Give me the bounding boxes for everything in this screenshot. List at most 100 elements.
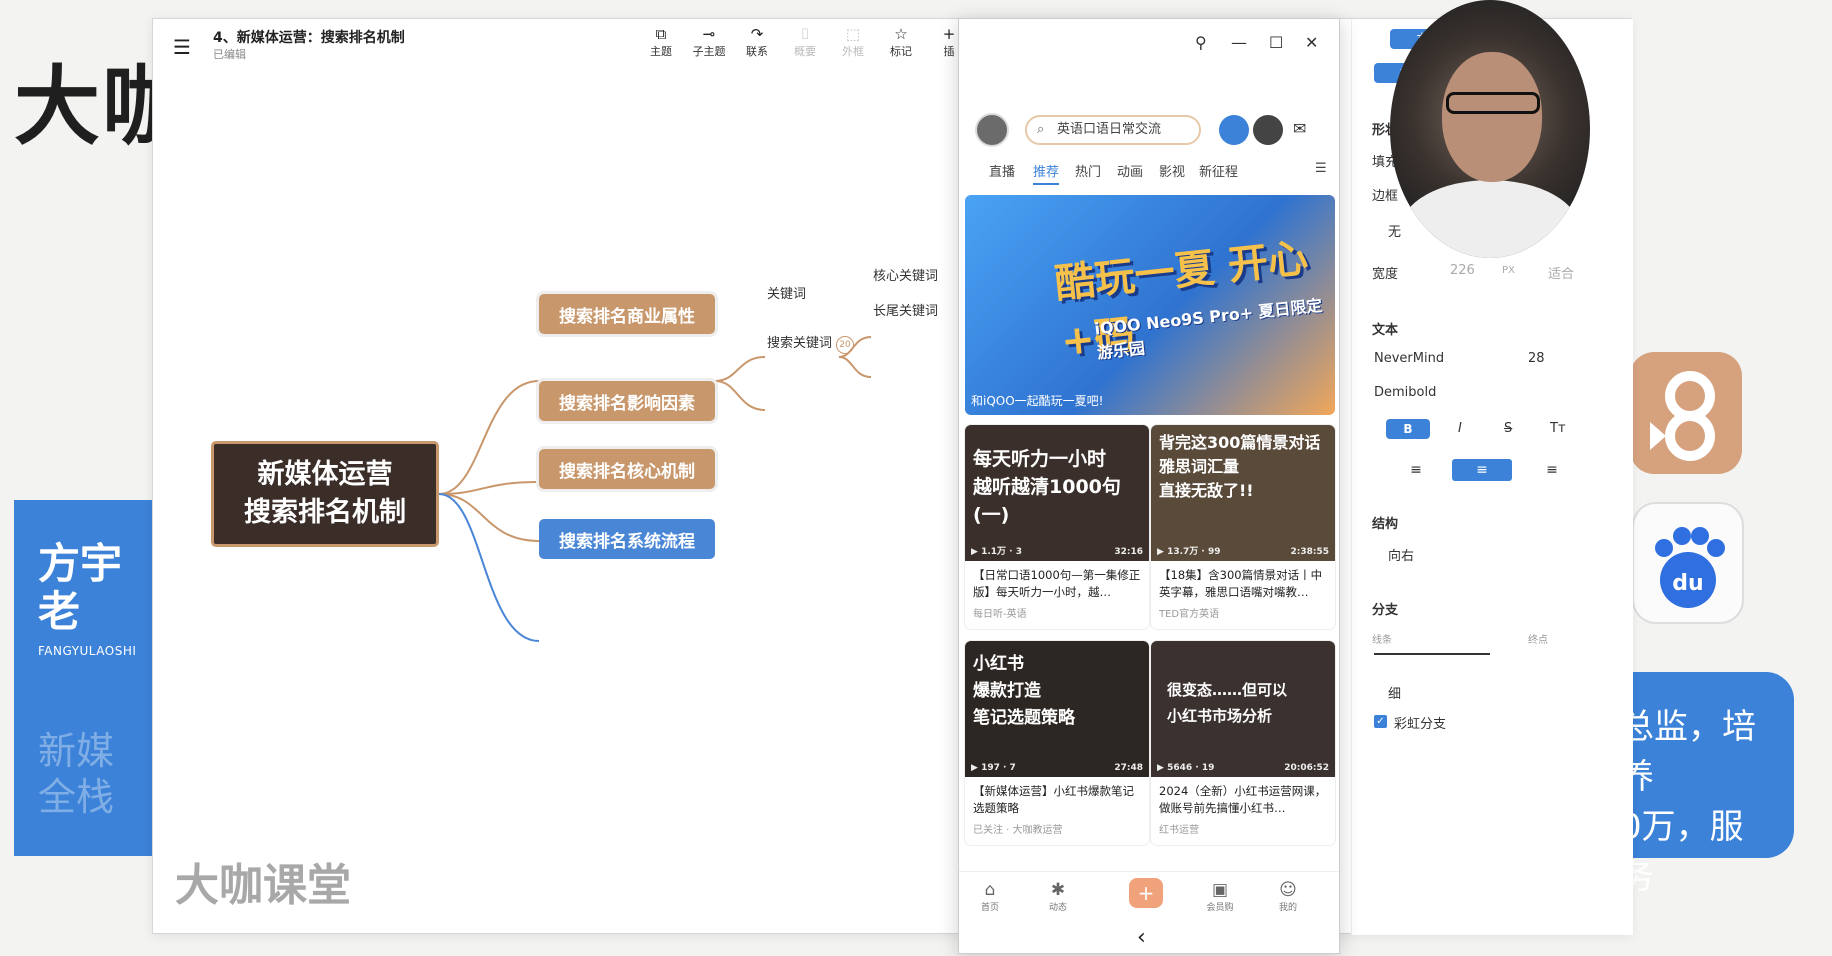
toolbar-summary-button[interactable]: ⌷ 概要 bbox=[781, 25, 829, 59]
category-tabs: 直播 推荐 热门 动画 影视 新征程 ☰ bbox=[969, 161, 1329, 189]
branch-node-system-flow[interactable]: 搜索排名系统流程 bbox=[539, 519, 715, 559]
video-thumbnail: 每天听力一小时 越听越清1000句 (一) ▶ 1.1万 · 3 32:16 bbox=[965, 425, 1149, 561]
promo-banner[interactable]: 酷玩一夏 开心+码 iQOO Neo9S Pro+ 夏日限定游乐园 和iQOO一… bbox=[965, 195, 1335, 415]
video-title: 2024（全新）小红书运营网课，做账号前先搞懂小红书… bbox=[1159, 784, 1327, 815]
search-input[interactable]: ⌕ 英语口语日常交流 bbox=[1025, 115, 1201, 145]
video-thumbnail: 背完这300篇情景对话 雅思词汇量 直接无敌了!! ▶ 13.7万 · 99 2… bbox=[1151, 425, 1335, 561]
video-card[interactable]: 每天听力一小时 越听越清1000句 (一) ▶ 1.1万 · 3 32:16 【… bbox=[965, 425, 1149, 629]
branch-node-core-mechanism[interactable]: 搜索排名核心机制 bbox=[539, 449, 715, 489]
line-thickness-select[interactable]: 细 bbox=[1388, 683, 1401, 702]
video-thumbnail: 很变态……但可以 小红书市场分析 ▶ 5646 · 19 20:06:52 bbox=[1151, 641, 1335, 777]
toolbar-relation-button[interactable]: ↷ 联系 bbox=[733, 25, 781, 59]
back-chevron-icon[interactable]: ‹ bbox=[1137, 925, 1146, 950]
video-card[interactable]: 很变态……但可以 小红书市场分析 ▶ 5646 · 19 20:06:52 20… bbox=[1151, 641, 1335, 845]
branch-node-commercial[interactable]: 搜索排名商业属性 bbox=[539, 294, 715, 334]
align-right-icon[interactable]: ≡ bbox=[1522, 459, 1582, 481]
branch-node-factors[interactable]: 搜索排名影响因素 bbox=[539, 381, 715, 421]
leaf-search-keyword-label: 搜索关键词 bbox=[767, 336, 833, 351]
root-node[interactable]: 新媒体运营 搜索排名机制 bbox=[211, 441, 439, 547]
video-uploader: 红书运营 bbox=[1159, 825, 1199, 836]
presenter-faded-text: 新媒 全栈 bbox=[38, 729, 115, 819]
bottom-navigation: ⌂ 首页 ✱ 动态 + ▣ 会员购 ☺ 我的 bbox=[959, 871, 1339, 927]
leaf-core-keyword[interactable]: 核心关键词 bbox=[873, 265, 938, 284]
video-card[interactable]: 小红书 爆款打造 笔记选题策略 ▶ 197 · 7 27:48 【新媒体运营】小… bbox=[965, 641, 1149, 845]
rainbow-branch-checkbox[interactable]: ✓ bbox=[1374, 715, 1387, 728]
structure-direction-select[interactable]: 向右 bbox=[1388, 545, 1414, 564]
toolbar-marker-button[interactable]: ☆ 标记 bbox=[877, 25, 925, 59]
section-branch[interactable]: 分支 bbox=[1372, 599, 1398, 618]
toolbar-subtopic-button[interactable]: ⊸ 子主题 bbox=[685, 25, 733, 59]
orange-app-icon bbox=[1630, 352, 1742, 474]
nav-mine[interactable]: ☺ 我的 bbox=[1263, 880, 1313, 913]
profile-icon: ☺ bbox=[1279, 880, 1297, 900]
close-icon[interactable]: ✕ bbox=[1305, 33, 1318, 52]
video-uploader: 每日听-英语 bbox=[973, 609, 1027, 620]
line-label: 线条 bbox=[1372, 635, 1392, 646]
presenter-pinyin: FANGYULAOSHI bbox=[38, 644, 137, 658]
game-center-icon[interactable] bbox=[1219, 115, 1249, 145]
font-family-select[interactable]: NeverMind bbox=[1374, 351, 1444, 366]
align-left-icon[interactable]: ≡ bbox=[1386, 459, 1446, 481]
user-avatar[interactable] bbox=[975, 113, 1009, 147]
toolbar-topic-button[interactable]: ⧉ 主题 bbox=[637, 25, 685, 59]
phone-app-window: ⚲ — ☐ ✕ ⌕ 英语口语日常交流 ✉ 直播 推荐 热门 动画 影视 新征程 … bbox=[958, 18, 1340, 954]
presenter-name: 方宇老 bbox=[38, 539, 123, 636]
message-icon[interactable]: ✉ bbox=[1293, 119, 1306, 138]
baidu-app-icon: du bbox=[1632, 502, 1744, 624]
nav-dynamic[interactable]: ✱ 动态 bbox=[1033, 880, 1083, 913]
pin-icon[interactable]: ⚲ bbox=[1195, 33, 1207, 52]
italic-button[interactable]: I bbox=[1458, 421, 1462, 436]
dynamic-icon: ✱ bbox=[1050, 880, 1066, 900]
nav-mall[interactable]: ▣ 会员购 bbox=[1195, 880, 1245, 913]
bold-button[interactable]: B bbox=[1386, 419, 1430, 439]
home-icon: ⌂ bbox=[984, 880, 996, 900]
hamburger-menu-icon[interactable]: ☰ bbox=[173, 35, 191, 59]
width-label: 宽度 bbox=[1372, 267, 1399, 282]
tab-recommend[interactable]: 推荐 bbox=[1033, 161, 1060, 185]
maximize-icon[interactable]: ☐ bbox=[1269, 33, 1283, 52]
text-case-button[interactable]: Tт bbox=[1550, 421, 1566, 436]
presenter-card: 方宇老 FANGYULAOSHI 新媒 全栈 bbox=[14, 500, 164, 856]
search-placeholder: 英语口语日常交流 bbox=[1057, 122, 1162, 137]
document-title: 4、新媒体运营：搜索排名机制 bbox=[213, 30, 405, 46]
tab-more-icon[interactable]: ☰ bbox=[1315, 161, 1327, 176]
play-icon: ▶ bbox=[971, 547, 978, 557]
section-structure[interactable]: 结构 bbox=[1372, 513, 1398, 532]
font-size-select[interactable]: 28 bbox=[1528, 351, 1545, 366]
shopping-bag-icon: ▣ bbox=[1211, 880, 1229, 900]
relation-icon: ↷ bbox=[750, 25, 764, 43]
nav-home[interactable]: ⌂ 首页 bbox=[965, 880, 1015, 913]
toolbar-boundary-button[interactable]: ⬚ 外框 bbox=[829, 25, 877, 59]
video-uploader: TED官方英语 bbox=[1159, 609, 1220, 620]
tab-hot[interactable]: 热门 bbox=[1075, 161, 1101, 180]
minimize-icon[interactable]: — bbox=[1231, 33, 1247, 52]
summary-icon: ⌷ bbox=[800, 25, 810, 43]
video-thumbnail: 小红书 爆款打造 笔记选题策略 ▶ 197 · 7 27:48 bbox=[965, 641, 1149, 777]
tab-live[interactable]: 直播 bbox=[989, 161, 1015, 180]
play-icon: ▶ bbox=[1157, 547, 1164, 557]
video-card[interactable]: 背完这300篇情景对话 雅思词汇量 直接无敌了!! ▶ 13.7万 · 99 2… bbox=[1151, 425, 1335, 629]
line-style-select[interactable] bbox=[1374, 653, 1490, 655]
align-center-icon[interactable]: ≡ bbox=[1452, 459, 1512, 481]
section-text[interactable]: 文本 bbox=[1372, 319, 1398, 338]
leaf-keyword[interactable]: 关键词 bbox=[767, 283, 806, 302]
font-weight-select[interactable]: Demibold bbox=[1374, 385, 1436, 400]
document-status: 已编辑 bbox=[213, 48, 246, 61]
width-fit-button[interactable]: 适合 bbox=[1548, 263, 1574, 282]
strike-button[interactable]: S bbox=[1504, 421, 1512, 436]
play-icon: ▶ bbox=[1157, 763, 1164, 773]
tab-film[interactable]: 影视 bbox=[1159, 161, 1185, 180]
play-icon: ▶ bbox=[971, 763, 978, 773]
tab-anime[interactable]: 动画 bbox=[1117, 161, 1143, 180]
width-input[interactable]: 226 bbox=[1450, 263, 1475, 278]
svg-text:du: du bbox=[1672, 571, 1703, 596]
publish-plus-button[interactable]: + bbox=[1129, 878, 1163, 908]
banner-caption: 和iQOO一起酷玩一夏吧! bbox=[971, 394, 1104, 408]
activity-icon[interactable] bbox=[1253, 115, 1283, 145]
tab-new-journey[interactable]: 新征程 bbox=[1199, 161, 1238, 180]
leaf-search-keyword[interactable]: 搜索关键词 20 bbox=[767, 332, 855, 354]
width-unit: PX bbox=[1502, 265, 1515, 276]
leaf-long-tail-keyword[interactable]: 长尾关键词 bbox=[873, 300, 938, 319]
subtopic-icon: ⊸ bbox=[702, 25, 716, 43]
end-label: 终点 bbox=[1528, 635, 1548, 646]
